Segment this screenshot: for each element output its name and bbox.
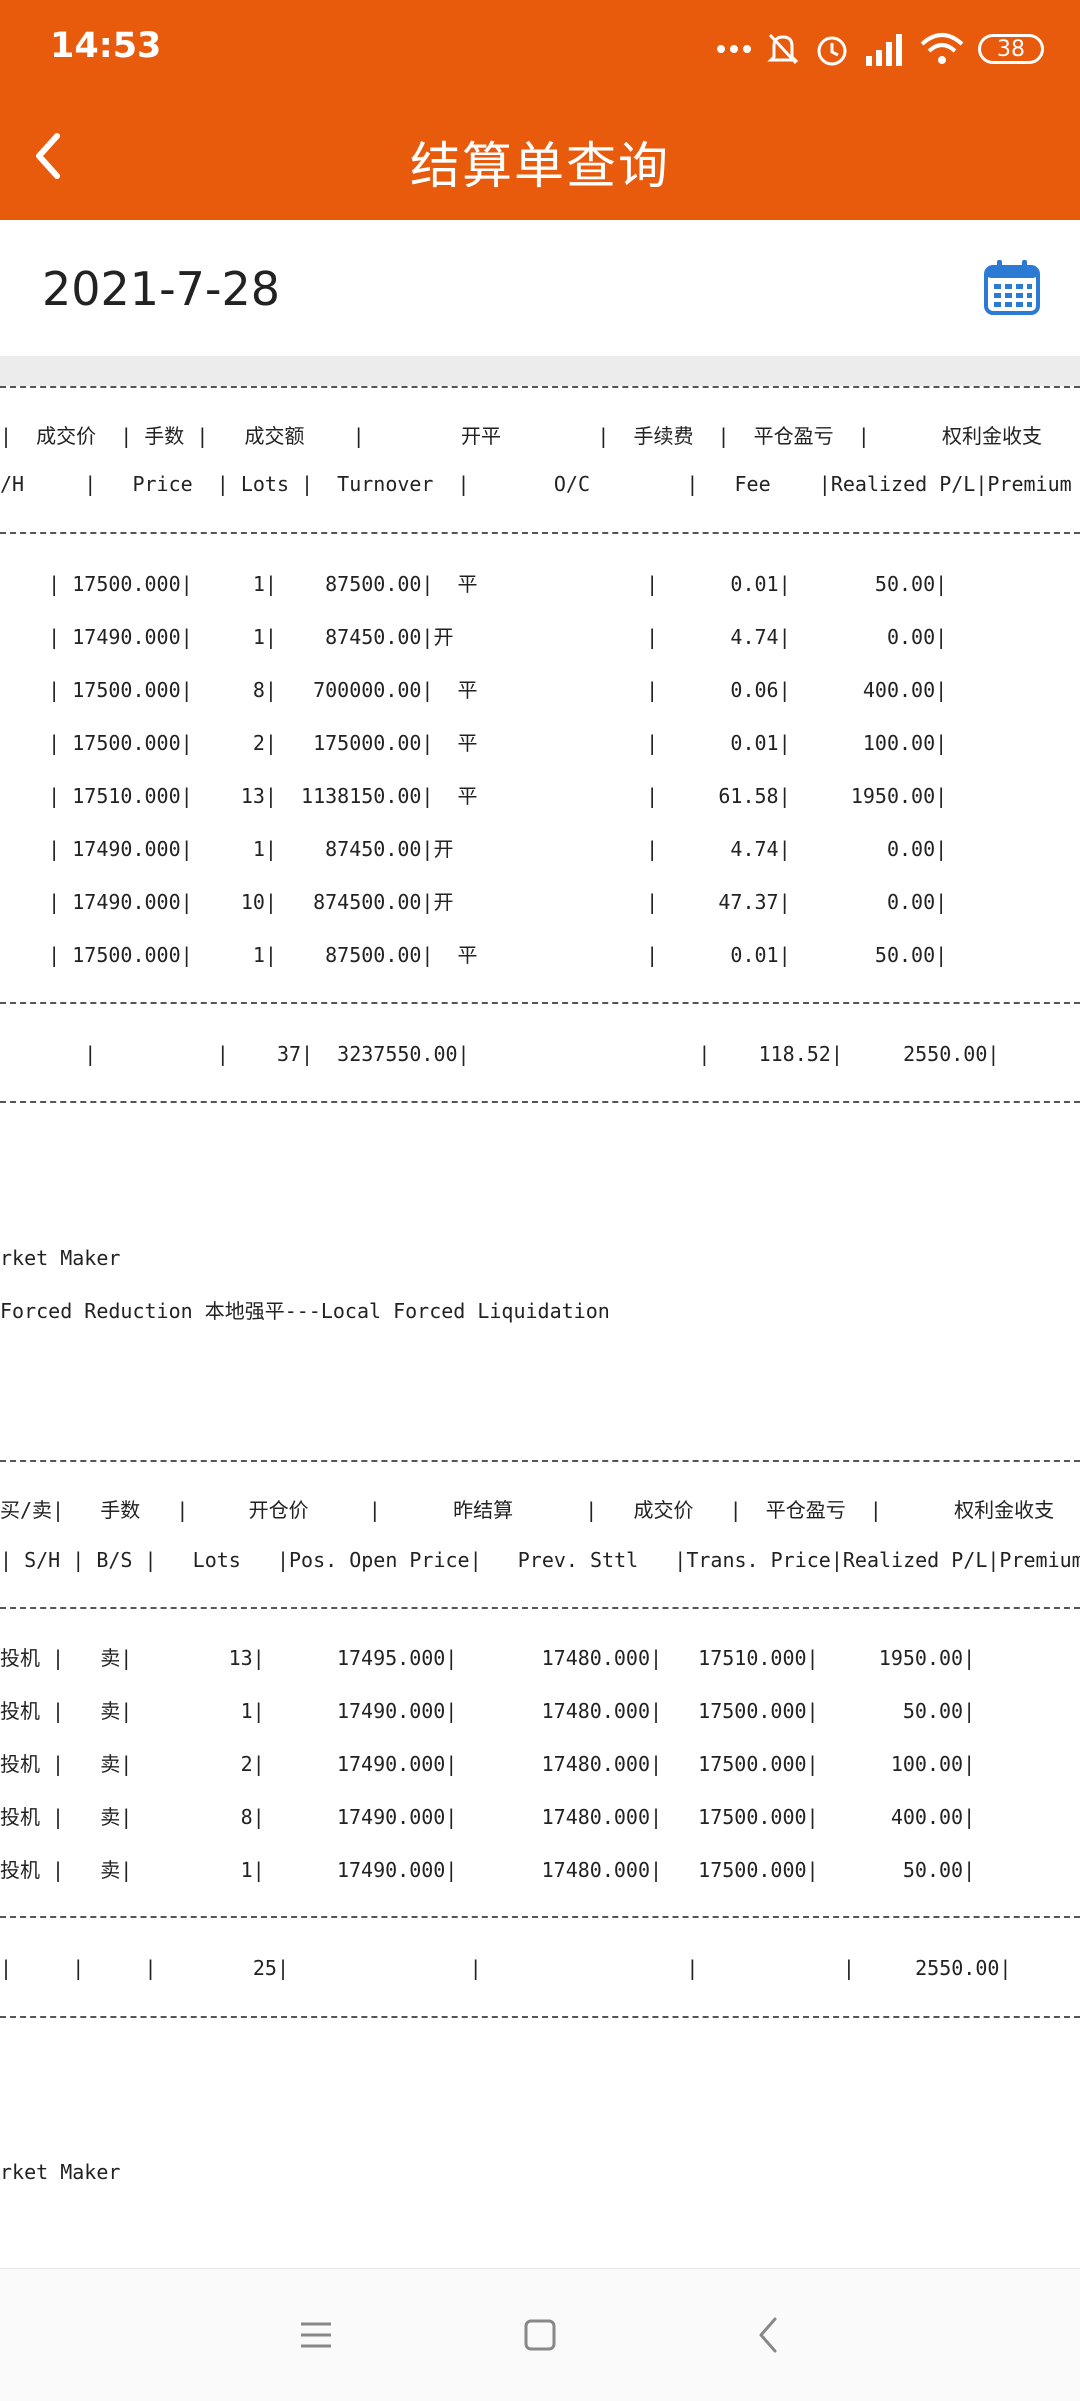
date-row: 2021-7-28 xyxy=(0,220,1080,357)
status-icons: 38 xyxy=(716,26,1044,72)
dash-divider xyxy=(0,1916,1080,1918)
trade-row: | 17500.000| 1| 87500.00| 平 | 0.01| 50.0… xyxy=(0,572,948,596)
trade-row: | 17500.000| 2| 175000.00| 平 | 0.01| 100… xyxy=(0,731,948,755)
trade-row: | 17490.000| 1| 87450.00|开 | 4.74| 0.00| xyxy=(0,837,948,861)
app-header: 14:53 38 结算单查询 xyxy=(0,0,1080,220)
system-nav-bar xyxy=(0,2268,1080,2401)
alarm-icon xyxy=(817,36,847,66)
status-time: 14:53 xyxy=(50,26,162,66)
dash-divider xyxy=(0,1607,1080,1609)
more-dots-icon xyxy=(717,45,751,53)
trades-total-row: | | 37| 3237550.00| | 118.52| 2550.00| xyxy=(0,1042,1000,1066)
positions-total-row: | | | 25| | | | 2550.00| xyxy=(0,1956,1012,1980)
calendar-icon xyxy=(984,260,1040,315)
bell-off-icon xyxy=(767,33,799,65)
wifi-icon xyxy=(920,33,964,64)
position-row: 投机 | 卖| 2| 17490.000| 17480.000| 17500.0… xyxy=(0,1752,976,1776)
note-line: rket Maker xyxy=(0,1246,121,1270)
nav-back-button[interactable] xyxy=(742,2309,794,2361)
divider-strip xyxy=(0,356,1080,386)
menu-button[interactable] xyxy=(290,2309,342,2361)
dash-divider xyxy=(0,1002,1080,1004)
trades-header-en: /H | Price | Lots | Turnover | O/C | Fee… xyxy=(0,472,1072,496)
calendar-button[interactable] xyxy=(982,258,1042,318)
note-line: rket Maker xyxy=(0,2160,121,2184)
dash-divider xyxy=(0,1460,1080,1462)
positions-header-en: | S/H | B/S | Lots |Pos. Open Price| Pre… xyxy=(0,1548,1080,1572)
trade-row: | 17510.000| 13| 1138150.00| 平 | 61.58| … xyxy=(0,784,948,808)
trade-row: | 17490.000| 1| 87450.00|开 | 4.74| 0.00| xyxy=(0,625,948,649)
position-row: 投机 | 卖| 1| 17490.000| 17480.000| 17500.0… xyxy=(0,1699,976,1723)
position-row: 投机 | 卖| 13| 17495.000| 17480.000| 17510.… xyxy=(0,1646,976,1670)
note-line: Forced Reduction 本地强平---Local Forced Liq… xyxy=(0,1299,610,1323)
date-display[interactable]: 2021-7-28 xyxy=(42,262,280,316)
positions-header-cn: 买/卖| 手数 | 开仓价 | 昨结算 | 成交价 | 平仓盈亏 | 权利金收支… xyxy=(0,1498,1080,1522)
dash-divider xyxy=(0,2016,1080,2018)
position-row: 投机 | 卖| 8| 17490.000| 17480.000| 17500.0… xyxy=(0,1805,976,1829)
trade-row: | 17500.000| 1| 87500.00| 平 | 0.01| 50.0… xyxy=(0,943,948,967)
home-button[interactable] xyxy=(514,2309,566,2361)
dash-divider xyxy=(0,532,1080,534)
trades-header-cn: | 成交价 | 手数 | 成交额 | 开平 | 手续费 | 平仓盈亏 | 权利金… xyxy=(0,424,1043,448)
signal-icon xyxy=(866,34,902,66)
settlement-report: | 成交价 | 手数 | 成交额 | 开平 | 手续费 | 平仓盈亏 | 权利金… xyxy=(0,386,1080,2268)
trade-row: | 17490.000| 10| 874500.00|开 | 47.37| 0.… xyxy=(0,890,948,914)
battery-icon: 38 xyxy=(978,34,1044,64)
dash-divider xyxy=(0,386,1080,388)
menu-icon xyxy=(301,2322,331,2348)
position-row: 投机 | 卖| 1| 17490.000| 17480.000| 17500.0… xyxy=(0,1858,976,1882)
chevron-left-icon xyxy=(759,2317,777,2353)
dash-divider xyxy=(0,1101,1080,1103)
page-title: 结算单查询 xyxy=(410,137,670,195)
trade-row: | 17500.000| 8| 700000.00| 平 | 0.06| 400… xyxy=(0,678,948,702)
home-square-icon xyxy=(524,2319,556,2351)
